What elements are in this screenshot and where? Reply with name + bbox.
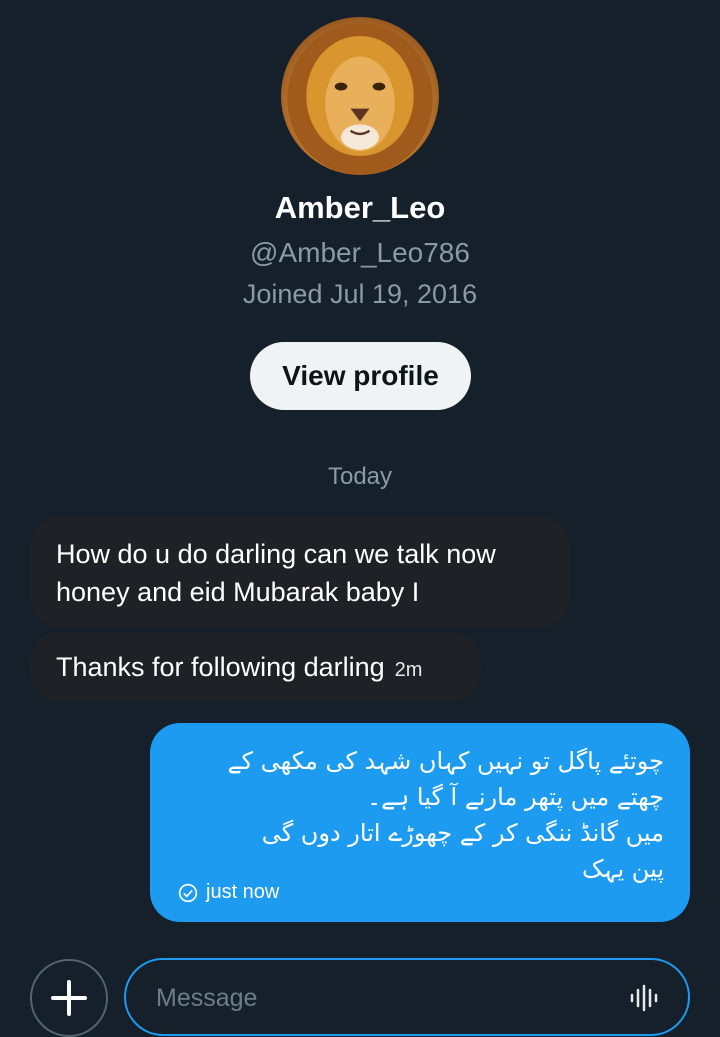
message-text: How do u do darling can we talk now hone… [56,539,496,607]
message-time: 2m [394,659,423,681]
profile-joined-date: Joined Jul 19, 2016 [242,279,478,309]
message-input[interactable]: Message [124,958,690,1036]
message-status: just now [178,881,279,904]
message-text: Thanks for following darling [56,652,385,682]
view-profile-button[interactable]: View profile [250,342,471,410]
incoming-message[interactable]: How do u do darling can we talk now hone… [30,517,570,627]
profile-handle: @Amber_Leo786 [250,237,470,268]
add-attachment-button[interactable] [30,959,108,1037]
lion-icon [287,23,433,175]
check-circle-icon [178,883,198,902]
outgoing-message[interactable]: چوتئے پاگل تو نہیں کہاں شہد کی مکھی کے چ… [150,723,690,922]
incoming-message[interactable]: Thanks for following darling 2m [30,632,481,702]
day-separator: Today [327,463,393,490]
plus-icon [51,980,87,1016]
lion-avatar[interactable] [281,17,439,175]
message-status-text: just now [206,881,280,903]
message-text: چوتئے پاگل تو نہیں کہاں شہد کی مکھی کے چ… [227,747,664,883]
profile-name: Amber_Leo [274,190,446,225]
voice-waveform-icon[interactable] [628,982,660,1014]
message-placeholder: Message [156,984,258,1012]
